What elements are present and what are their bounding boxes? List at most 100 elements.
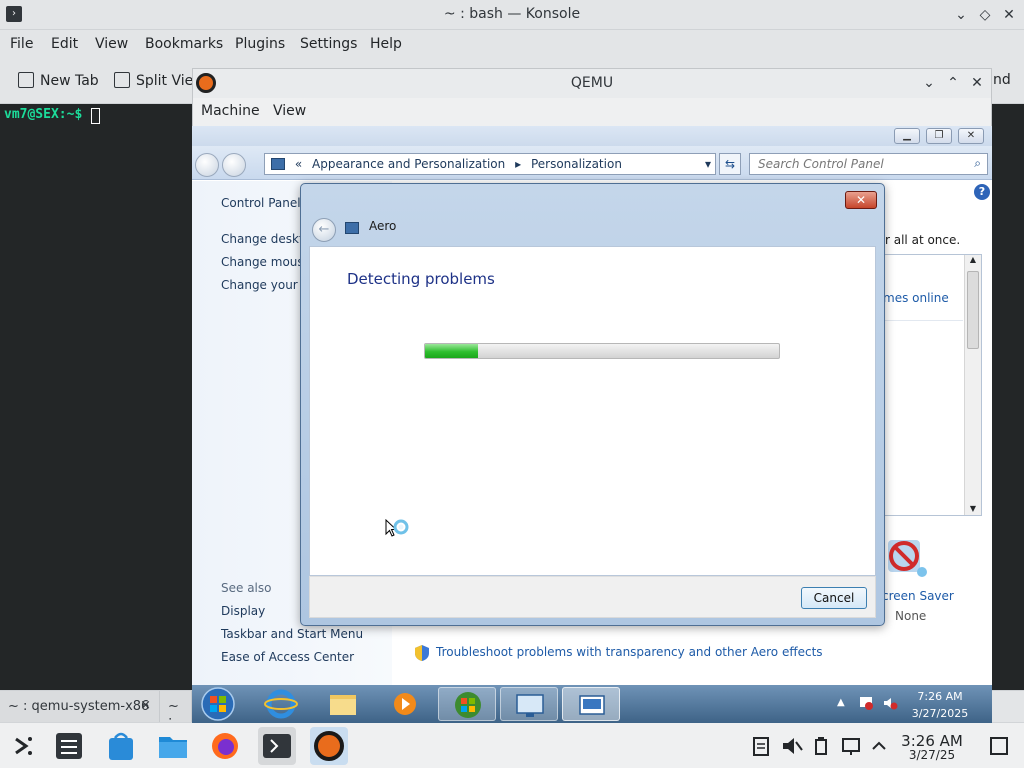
file-manager-icon[interactable] [154, 727, 192, 765]
qemu-menu-view[interactable]: View [273, 103, 306, 119]
minimize-icon[interactable]: ⌄ [951, 5, 971, 25]
action-center-flag-icon[interactable] [858, 695, 874, 711]
start-orb-icon[interactable] [198, 686, 238, 722]
help-icon[interactable]: ? [974, 184, 990, 200]
dialog-back-arrow-icon[interactable]: ← [312, 218, 336, 242]
discover-store-icon[interactable] [102, 727, 140, 765]
qemu-logo-icon [196, 73, 216, 93]
search-placeholder: Search Control Panel [758, 157, 884, 171]
terminal-cursor [91, 108, 100, 124]
menu-view[interactable]: View [95, 36, 128, 52]
tray-volume-muted-icon[interactable] [882, 695, 898, 711]
troubleshooter-icon [345, 222, 359, 234]
menu-help[interactable]: Help [370, 36, 402, 52]
breadcrumb-prefix: « [294, 157, 303, 171]
troubleshoot-aero-link[interactable]: Troubleshoot problems with transparency … [436, 645, 823, 659]
cancel-button[interactable]: Cancel [801, 587, 867, 609]
screen-saver-icon[interactable] [882, 534, 930, 582]
maximize-icon[interactable]: ◇ [975, 5, 995, 25]
new-tab-label: New Tab [40, 73, 99, 89]
search-icon[interactable]: ⌕ [974, 156, 981, 171]
qemu-menu-machine[interactable]: Machine [201, 103, 260, 119]
explorer-folder-icon[interactable] [314, 687, 372, 721]
firefox-icon[interactable] [206, 727, 244, 765]
dialog-footer: Cancel [309, 576, 876, 618]
control-panel-task-icon[interactable] [500, 687, 558, 721]
get-more-themes-link[interactable]: mes online [883, 291, 949, 305]
qemu-task-icon[interactable] [310, 727, 348, 765]
breadcrumb-personalization[interactable]: Personalization [531, 157, 622, 171]
qemu-menubar: Machine View [192, 98, 992, 126]
scroll-down-icon[interactable]: ▼ [967, 504, 979, 513]
qemu-maximize-icon[interactable]: ⌃ [943, 73, 963, 93]
busy-pointer-icon [384, 518, 414, 543]
qemu-guest-screen[interactable]: ▁ ❐ ✕ « Appearance and Personalization ▸… [192, 126, 992, 723]
media-player-icon[interactable] [376, 687, 434, 721]
qemu-close-icon[interactable]: ✕ [967, 73, 987, 93]
clock-date[interactable]: 3/27/25 [880, 748, 984, 762]
tab-close-icon[interactable]: × [140, 698, 151, 713]
control-panel-icon [271, 158, 285, 170]
guest-clock-date[interactable]: 3/27/2025 [900, 707, 980, 720]
tab-label: ~ : qemu-system-x86 [8, 699, 150, 714]
konsole-task-icon[interactable] [258, 727, 296, 765]
themes-scrollbar[interactable]: ▲ ▼ [964, 255, 981, 515]
menu-plugins[interactable]: Plugins [235, 36, 285, 52]
progress-bar [424, 343, 780, 359]
shell-prompt: vm7@SEX:~$ [4, 107, 83, 122]
konsole-window-title: ~ : bash — Konsole [443, 6, 581, 22]
themes-divider [883, 320, 963, 321]
tab-bash[interactable]: ~ : b [160, 691, 192, 744]
scroll-thumb[interactable] [967, 271, 979, 349]
screen-saver-link[interactable]: creen Saver [882, 589, 954, 603]
app-launcher-icon[interactable] [4, 727, 42, 765]
tab-qemu[interactable]: ~ : qemu-system-x86 × [0, 691, 160, 723]
see-also-title: See also [221, 581, 272, 595]
detecting-problems-heading: Detecting problems [347, 270, 495, 288]
show-desktop-icon[interactable] [980, 727, 1018, 765]
refresh-icon[interactable]: ⇆ [719, 153, 741, 175]
menu-settings[interactable]: Settings [300, 36, 357, 52]
menu-edit[interactable]: Edit [51, 36, 78, 52]
change-desktop-icons-link[interactable]: Change deskto [221, 232, 311, 246]
show-hidden-icons-icon[interactable]: ▲ [837, 697, 845, 708]
address-bar[interactable]: « Appearance and Personalization ▸ Perso… [264, 153, 716, 175]
windows-taskbar: ▲ [192, 685, 992, 723]
change-mouse-pointers-link[interactable]: Change mouse [221, 255, 311, 269]
new-tab-button[interactable]: New Tab [18, 72, 99, 89]
breadcrumb-separator-icon: ▸ [515, 157, 522, 171]
find-button[interactable]: nd [993, 72, 1011, 88]
konsole-titlebar: ~ : bash — Konsole [0, 0, 1024, 30]
windows-logo-task-icon[interactable] [438, 687, 496, 721]
address-dropdown-icon[interactable]: ▾ [705, 157, 711, 171]
cp-restore-icon[interactable]: ❐ [926, 128, 952, 144]
guest-clock-time[interactable]: 7:26 AM [900, 690, 980, 703]
new-tab-icon [18, 72, 34, 88]
menu-bookmarks[interactable]: Bookmarks [145, 36, 223, 52]
search-input[interactable]: Search Control Panel ⌕ [749, 153, 988, 175]
forward-arrow-icon[interactable] [222, 153, 246, 177]
screen-saver-value: None [895, 609, 927, 623]
system-settings-icon[interactable] [50, 727, 88, 765]
qemu-minimize-icon[interactable]: ⌄ [919, 73, 939, 93]
cp-close-icon[interactable]: ✕ [958, 128, 984, 144]
progress-fill [425, 344, 479, 358]
internet-explorer-icon[interactable] [252, 687, 310, 721]
breadcrumb-appearance[interactable]: Appearance and Personalization [312, 157, 505, 171]
dialog-close-button[interactable]: ✕ [845, 191, 877, 209]
back-arrow-icon[interactable] [195, 153, 219, 177]
troubleshooter-task-icon[interactable] [562, 687, 620, 721]
see-also-taskbar-link[interactable]: Taskbar and Start Menu [221, 627, 363, 641]
cp-minimize-icon[interactable]: ▁ [894, 128, 920, 144]
menu-file[interactable]: File [10, 36, 33, 52]
konsole-menubar: File Edit View Bookmarks Plugins Setting… [0, 30, 1024, 60]
scroll-up-icon[interactable]: ▲ [967, 255, 979, 264]
qemu-window-title: QEMU [570, 75, 614, 91]
close-icon[interactable]: ✕ [999, 5, 1019, 25]
see-also-ease-of-access-link[interactable]: Ease of Access Center [221, 650, 354, 664]
change-account-picture-link[interactable]: Change your a [221, 278, 309, 292]
dialog-content: Detecting problems [309, 246, 876, 576]
see-also-display-link[interactable]: Display [221, 604, 265, 618]
plasma-taskbar [0, 722, 1024, 768]
find-label: nd [993, 72, 1011, 88]
